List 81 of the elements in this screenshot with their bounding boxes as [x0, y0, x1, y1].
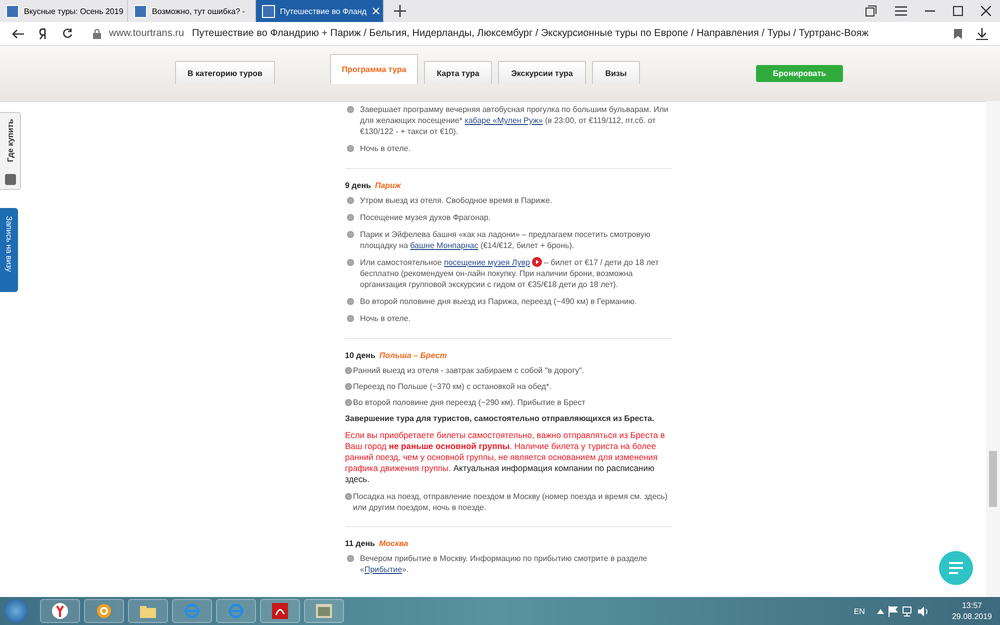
tour-tab[interactable]: Экскурсии тура — [498, 61, 586, 84]
day-number: 11 день — [345, 539, 375, 548]
bullet-icon — [345, 493, 352, 500]
url-host: www.tourtrans.ru — [109, 28, 184, 39]
language-indicator[interactable]: EN — [854, 606, 865, 616]
itinerary-text: Если вы приобретаете билеты самостоятельно, важно отправляться из Бреста в Ваш город не раньше основной группы. Наличие билета у туриста на более ранний поезд, чем у основной группы, не является основанием для изменения графика движения группы. Актуальная информация компании по расписанию здесь. — [345, 430, 666, 485]
text-link[interactable]: кабаре «Мулен Руж» — [464, 116, 543, 125]
itinerary-text: Завершение тура для туристов, самостоятельно отправляющихся из Бреста. — [345, 413, 654, 424]
address-field[interactable]: www.tourtrans.ru Путешествие во Фландрию + Париж / Бельгия, Нидерланды, Люксембург / Экскурсионные туры по Европе / Направления / Туры / Туртранс-Вояж — [87, 24, 940, 44]
site-favicon-icon — [134, 4, 147, 18]
play-icon[interactable] — [532, 257, 542, 267]
itinerary-text: Или самостоятельное посещение музея Лувр – билет от €17 / дети до 18 лет бесплатно (рекомендуем он-лайн покупку. При наличии брони, возможна организация групповой экскурсии с гидом от €35/€18 дети до 18 лет). — [360, 257, 660, 290]
tab-title: Путешествие во Фланд — [280, 6, 367, 16]
itinerary-text: Посадка на поезд, отправление поездом в Москву (номер поезда и время см. здесь) или другим поездом, ночь в поезде. — [353, 491, 669, 513]
lock-icon — [93, 28, 101, 38]
bullet-icon — [345, 383, 352, 390]
itinerary-text: Парик и Эйфелева башня «как на ладони» – предлагаем посетить смотровую площадку на башне Монпарнас (€14/€12, билет + бронь). — [360, 229, 652, 251]
chat-lines-icon — [948, 562, 964, 574]
browser-tab[interactable]: Путешествие во Фланд — [256, 0, 384, 22]
tour-tab[interactable]: Визы — [592, 61, 640, 84]
day-destination: Польша – Брест — [379, 351, 447, 360]
pdf-taskbar-icon[interactable] — [260, 599, 300, 623]
day-destination: Париж — [374, 181, 401, 190]
page-title: Путешествие во Фландрию + Париж / Бельгия, Нидерланды, Люксембург / Экскурсионные туры по Европе / Направления / Туры / Туртранс-Вояж — [192, 28, 868, 39]
text-link[interactable]: Прибытие — [364, 565, 402, 574]
itinerary-text: Во второй половине дня выезд из Парижа, переезд (~490 км) в Германию. — [360, 296, 637, 307]
bullet-icon — [347, 214, 354, 221]
itinerary-text: Ранний выезд из отеля - завтрак забираем с собой "в дорогу". — [353, 365, 584, 376]
text-link[interactable]: посещение музея Лувр — [444, 258, 530, 267]
itinerary-text: Посещение музея духов Фрагонар. — [360, 212, 491, 223]
menu-icon[interactable] — [895, 6, 907, 16]
visa-appointment-tab[interactable]: Запись на визу — [0, 208, 18, 292]
tab-title: Вкусные туры: Осень 2019 — [24, 6, 124, 16]
itinerary-text: Ночь в отеле. — [360, 143, 410, 154]
start-button[interactable] — [4, 599, 28, 623]
itinerary-text: Завершает программу вечерняя автобусная прогулка по большим бульварам. Или для желающих посещение* кабаре «Мулен Руж» (в 23:00, от €119/112, пт.сб. от €130/122 - + такси от €10). — [360, 104, 670, 137]
bullet-icon — [347, 145, 354, 152]
itinerary-text: Переезд по Польше (~370 км) с остановкой на обед*. — [353, 381, 552, 392]
itinerary-text: Вечером прибытие в Москву. Информацию по прибытию смотрите в разделе «Прибытие». — [360, 553, 648, 575]
clock-date[interactable]: 29.08.2019 — [952, 611, 992, 622]
bullet-icon — [347, 197, 354, 204]
site-favicon-icon — [6, 4, 19, 18]
bullet-icon — [347, 555, 354, 562]
bullet-icon — [347, 315, 354, 322]
flag-icon[interactable] — [888, 606, 898, 616]
speaker-icon[interactable] — [918, 606, 930, 616]
clock-time[interactable]: 13:57 — [962, 600, 982, 611]
site-favicon-icon — [262, 4, 275, 18]
itinerary-text: Во второй половине дня переезд (~290 км). Прибытие в Брест — [353, 397, 586, 408]
mail-taskbar-icon[interactable] — [84, 599, 124, 623]
browser-logo-icon[interactable] — [38, 28, 48, 40]
close-icon[interactable] — [981, 6, 991, 16]
new-tab-icon[interactable] — [394, 5, 406, 17]
tab-title: Возможно, тут ошибка? - — [152, 6, 246, 16]
bullet-icon — [347, 298, 354, 305]
tab-label: Где купить — [6, 119, 14, 162]
bullet-icon — [347, 106, 354, 113]
back-arrow-icon[interactable] — [12, 28, 24, 38]
bullet-icon — [347, 231, 354, 238]
network-icon[interactable] — [902, 606, 914, 616]
day-destination: Москва — [378, 539, 408, 548]
tour-tab[interactable]: Карта тура — [424, 61, 492, 84]
bullet-icon — [345, 399, 352, 406]
tab-label: Запись на визу — [4, 216, 14, 274]
browser-taskbar-icon[interactable] — [40, 599, 80, 623]
text-link[interactable]: башне Монпарнас — [410, 241, 478, 250]
itinerary-text: Ночь в отеле. — [360, 313, 410, 324]
day-number: 10 день — [345, 351, 376, 360]
where-to-buy-tab[interactable]: Где купить — [0, 112, 21, 190]
tray-arrow-icon[interactable] — [876, 608, 884, 614]
maximize-icon[interactable] — [953, 6, 963, 16]
itinerary-text: Утром выезд из отеля. Свободное время в Париже. — [360, 195, 552, 206]
download-icon[interactable] — [976, 28, 988, 40]
tabs-icon[interactable] — [865, 5, 877, 17]
tour-tab[interactable]: В категорию туров — [175, 61, 275, 84]
day-number: 9 день — [345, 181, 371, 190]
bookmark-icon[interactable] — [954, 28, 962, 38]
scrollbar-thumb[interactable] — [989, 451, 997, 507]
reload-icon[interactable] — [62, 28, 73, 39]
bullet-icon — [347, 259, 354, 266]
bullet-icon — [345, 367, 352, 374]
